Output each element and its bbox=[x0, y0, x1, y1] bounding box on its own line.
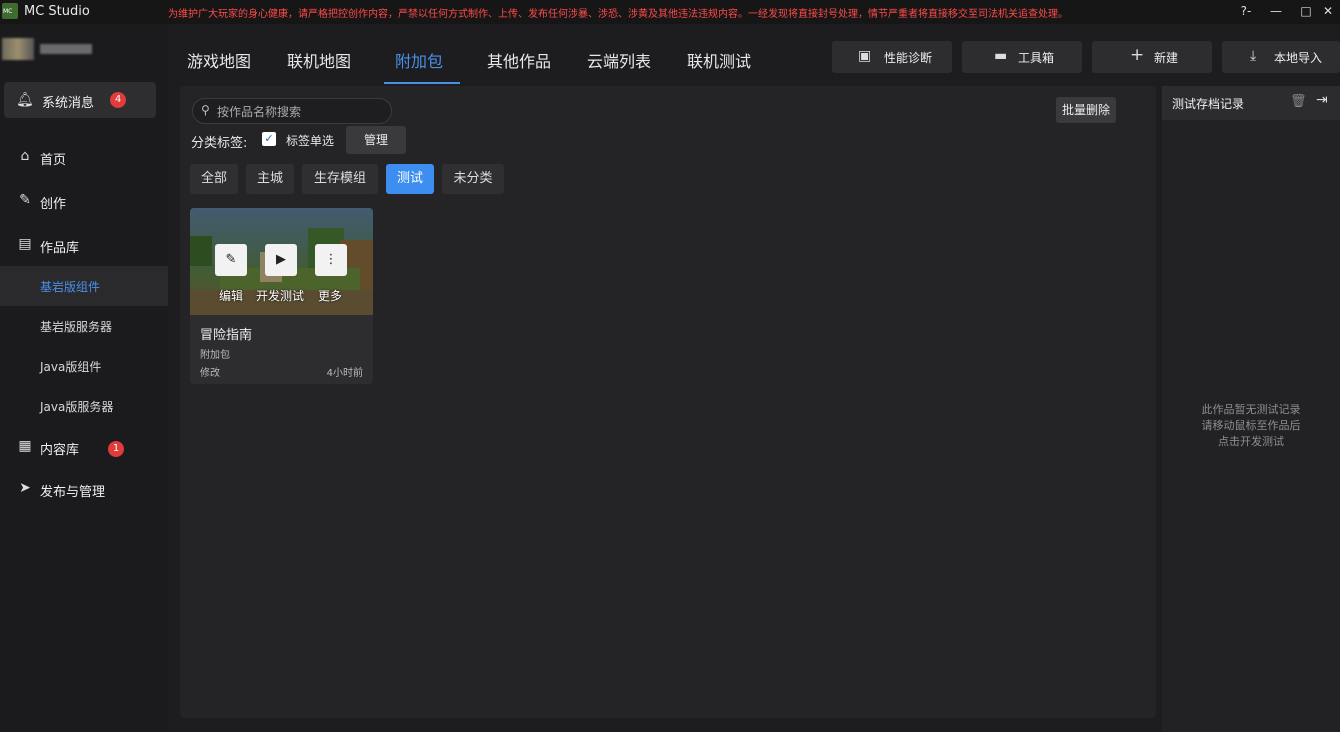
sub-item-bedrock-server[interactable]: 基岩版服务器 bbox=[0, 306, 168, 346]
avatar[interactable] bbox=[2, 38, 34, 60]
nav-item-works[interactable]: ▤ 作品库 bbox=[0, 226, 168, 266]
search-box[interactable]: ⚲ bbox=[192, 98, 392, 124]
single-select-checkbox[interactable]: ✓ bbox=[262, 132, 276, 146]
manage-button[interactable]: 管理 bbox=[346, 126, 406, 154]
monitor-icon: ▣ bbox=[858, 48, 872, 64]
sidebar: 🔔︎ 系统消息 4 ⌂ 首页 ✎ 创作 ▤ 作品库 基岩版组件 基岩版服务器 J… bbox=[0, 24, 168, 732]
edit-label: 编辑 bbox=[219, 289, 244, 303]
empty-state-message: 此作品暂无测试记录 请移动鼠标至作品后 点击开发测试 bbox=[1162, 402, 1340, 450]
empty-line: 点击开发测试 bbox=[1218, 435, 1284, 448]
batch-delete-button[interactable]: 批量删除 bbox=[1056, 97, 1116, 123]
content-warning-notice: 为维护广大玩家的身心健康，请严格把控创作内容，严禁以任何方式制作、上传、发布任何… bbox=[168, 9, 1068, 20]
collapse-panel-icon[interactable]: ⇥ bbox=[1316, 92, 1328, 108]
nav-item-home[interactable]: ⌂ 首页 bbox=[0, 138, 168, 178]
nav-item-label: 作品库 bbox=[40, 241, 80, 256]
new-button[interactable]: + 新建 bbox=[1092, 41, 1212, 73]
home-icon: ⌂ bbox=[20, 148, 30, 164]
more-icon: ⋮ bbox=[324, 252, 338, 267]
modified-time: 4小时前 bbox=[326, 368, 363, 379]
send-icon: ➤ bbox=[19, 480, 31, 496]
chip-survival-mod[interactable]: 生存模组 bbox=[302, 164, 378, 194]
app-title: MC Studio bbox=[24, 4, 90, 19]
more-button[interactable]: ⋮ bbox=[315, 244, 347, 276]
trash-icon[interactable]: 🗑︎ bbox=[1290, 94, 1307, 109]
sub-item-bedrock-component[interactable]: 基岩版组件 bbox=[0, 266, 168, 306]
button-label: 工具箱 bbox=[1018, 51, 1055, 65]
performance-diagnosis-button[interactable]: ▣ 性能诊断 bbox=[832, 41, 952, 73]
chip-all[interactable]: 全部 bbox=[190, 164, 238, 194]
tab-game-map[interactable]: 游戏地图 bbox=[187, 48, 251, 72]
button-label: 新建 bbox=[1154, 51, 1179, 65]
nav-item-label: 首页 bbox=[40, 153, 67, 168]
tab-other-works[interactable]: 其他作品 bbox=[487, 48, 551, 72]
sub-item-label: Java版组件 bbox=[40, 360, 102, 374]
sub-item-label: 基岩版服务器 bbox=[40, 320, 113, 334]
briefcase-icon: ▬ bbox=[994, 48, 1008, 64]
nav-item-label: 内容库 bbox=[40, 443, 80, 458]
system-message-badge: 4 bbox=[110, 92, 126, 108]
dev-test-button[interactable]: ▶ bbox=[265, 244, 297, 276]
chart-icon: ▤ bbox=[18, 236, 32, 252]
tab-addon[interactable]: 附加包 bbox=[395, 48, 443, 72]
bell-icon: 🔔︎ bbox=[16, 92, 34, 108]
tab-online-test[interactable]: 联机测试 bbox=[687, 48, 751, 72]
modified-label: 修改 bbox=[200, 368, 220, 379]
play-icon: ▶ bbox=[276, 252, 286, 267]
more-label: 更多 bbox=[318, 289, 343, 303]
dev-test-label: 开发测试 bbox=[256, 289, 305, 303]
nav-item-label: 发布与管理 bbox=[40, 485, 106, 500]
plus-icon: + bbox=[1130, 45, 1145, 65]
app-logo-icon bbox=[2, 3, 18, 19]
project-card[interactable]: ✎ ▶ ⋮ 编辑 开发测试 更多 冒险指南 附加包 修改 4小时前 bbox=[190, 208, 373, 384]
search-icon: ⚲ bbox=[201, 103, 210, 117]
single-select-label: 标签单选 bbox=[286, 134, 335, 148]
search-input[interactable] bbox=[215, 102, 389, 122]
username-blurred bbox=[40, 44, 92, 54]
active-tab-underline bbox=[384, 82, 460, 84]
test-record-header: 测试存档记录 🗑︎ ⇥ bbox=[1162, 86, 1340, 120]
close-button[interactable]: ✕ bbox=[1318, 2, 1338, 20]
chip-test[interactable]: 测试 bbox=[386, 164, 434, 194]
pencil-icon: ✎ bbox=[225, 252, 237, 267]
nav-item-content-library[interactable]: ▦ 内容库 1 bbox=[0, 428, 168, 468]
chip-uncategorized[interactable]: 未分类 bbox=[442, 164, 504, 194]
tab-cloud-list[interactable]: 云端列表 bbox=[587, 48, 651, 72]
nav-item-create[interactable]: ✎ 创作 bbox=[0, 182, 168, 222]
category-label: 分类标签: bbox=[191, 136, 248, 151]
sub-item-java-component[interactable]: Java版组件 bbox=[0, 346, 168, 386]
system-message-label: 系统消息 bbox=[42, 96, 95, 111]
system-message-button[interactable]: 🔔︎ 系统消息 4 bbox=[4, 82, 156, 118]
chip-main-city[interactable]: 主城 bbox=[246, 164, 294, 194]
minimize-button[interactable]: — bbox=[1266, 2, 1286, 20]
maximize-button[interactable]: □ bbox=[1296, 2, 1316, 20]
sub-item-java-server[interactable]: Java版服务器 bbox=[0, 386, 168, 426]
download-icon: ⤓ bbox=[1250, 48, 1257, 64]
tab-online-map[interactable]: 联机地图 bbox=[287, 48, 351, 72]
button-label: 性能诊断 bbox=[884, 51, 933, 65]
project-type: 附加包 bbox=[200, 350, 230, 361]
sub-item-label: Java版服务器 bbox=[40, 400, 114, 414]
empty-line: 此作品暂无测试记录 bbox=[1201, 403, 1301, 416]
test-record-panel: 测试存档记录 🗑︎ ⇥ 此作品暂无测试记录 请移动鼠标至作品后 点击开发测试 bbox=[1162, 86, 1340, 732]
title-bar: MC Studio 为维护广大玩家的身心健康，请严格把控创作内容，严禁以任何方式… bbox=[0, 0, 1340, 24]
help-icon[interactable]: ?- bbox=[1236, 2, 1256, 20]
button-label: 本地导入 bbox=[1274, 51, 1323, 65]
sub-item-label: 基岩版组件 bbox=[40, 280, 101, 294]
empty-line: 请移动鼠标至作品后 bbox=[1201, 419, 1301, 432]
project-thumbnail: ✎ ▶ ⋮ 编辑 开发测试 更多 bbox=[190, 208, 373, 315]
edit-button[interactable]: ✎ bbox=[215, 244, 247, 276]
toolbox-button[interactable]: ▬ 工具箱 bbox=[962, 41, 1082, 73]
pencil-icon: ✎ bbox=[19, 192, 31, 208]
project-title: 冒险指南 bbox=[200, 328, 253, 343]
content-library-badge: 1 bbox=[108, 441, 124, 457]
grid-icon: ▦ bbox=[18, 438, 32, 454]
nav-item-publish[interactable]: ➤ 发布与管理 bbox=[0, 470, 168, 510]
test-record-title: 测试存档记录 bbox=[1172, 97, 1245, 111]
main-panel: ⚲ 批量删除 分类标签: ✓ 标签单选 管理 全部 主城 生存模组 测试 未分类… bbox=[180, 86, 1156, 718]
nav-item-label: 创作 bbox=[40, 197, 67, 212]
local-import-button[interactable]: ⤓ 本地导入 bbox=[1222, 41, 1340, 73]
